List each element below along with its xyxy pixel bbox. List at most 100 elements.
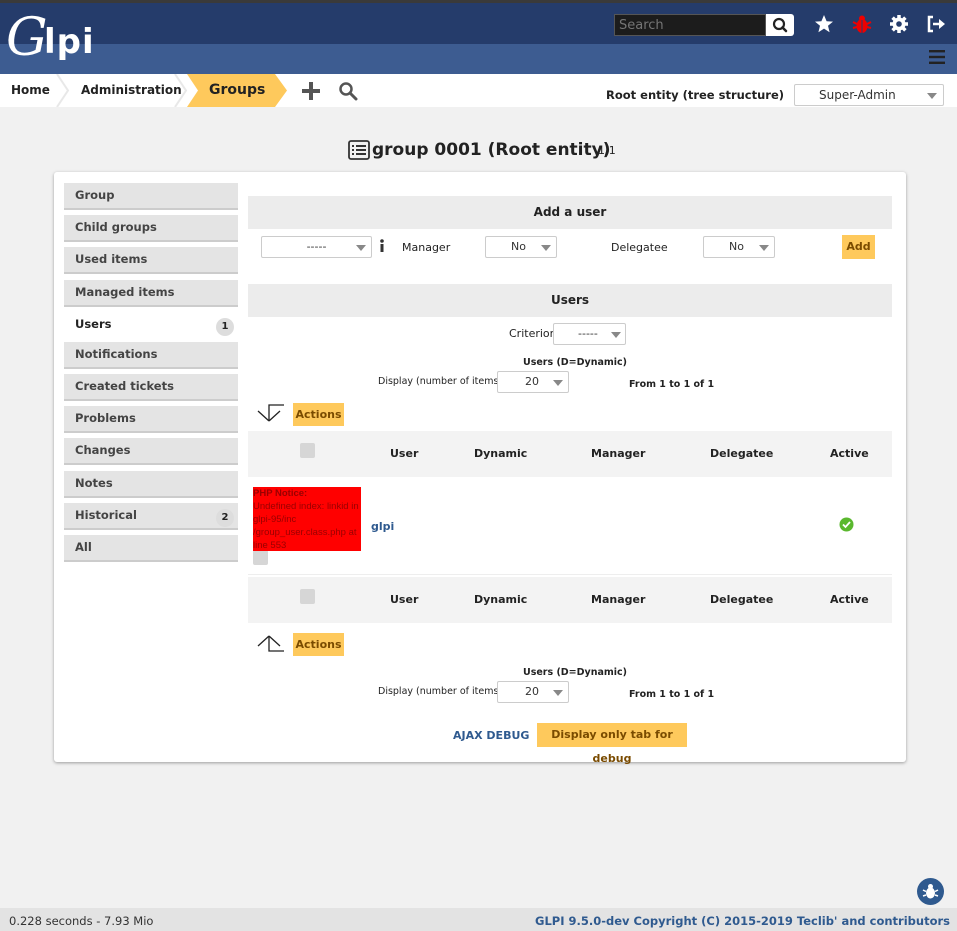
column-header-user[interactable]: User bbox=[390, 447, 418, 460]
column-header-dynamic[interactable]: Dynamic bbox=[474, 593, 527, 606]
tab-label: Created tickets bbox=[75, 379, 174, 393]
bug-icon[interactable] bbox=[850, 12, 874, 36]
profile-select[interactable]: Super-Admin bbox=[794, 84, 944, 106]
chevron-down-icon bbox=[611, 332, 621, 338]
search-icon[interactable] bbox=[338, 81, 358, 101]
logo-letter-g: G bbox=[6, 8, 48, 68]
arrow-down-left-icon bbox=[257, 404, 284, 422]
display-count-label: Display (number of items) bbox=[378, 376, 503, 387]
search-input[interactable] bbox=[614, 14, 766, 36]
delegatee-label: Delegatee bbox=[611, 241, 668, 254]
plus-icon[interactable] bbox=[301, 81, 321, 101]
display-count-select[interactable]: 20 bbox=[497, 681, 569, 703]
tab-group[interactable]: Group bbox=[64, 183, 238, 210]
info-icon[interactable] bbox=[378, 239, 386, 253]
tab-label: Notes bbox=[75, 476, 113, 490]
actions-button-bottom[interactable]: Actions bbox=[293, 633, 344, 656]
pagination-range: From 1 to 1 of 1 bbox=[629, 689, 715, 700]
display-count-select[interactable]: 20 bbox=[497, 371, 569, 393]
header-lower-band bbox=[0, 44, 957, 74]
tab-users[interactable]: Users 1 bbox=[64, 312, 238, 339]
menu-icon[interactable] bbox=[927, 48, 947, 66]
breadcrumb-separator bbox=[174, 74, 188, 107]
column-header-dynamic[interactable]: Dynamic bbox=[474, 447, 527, 460]
manager-select[interactable]: No bbox=[485, 236, 557, 258]
tab-child-groups[interactable]: Child groups bbox=[64, 215, 238, 242]
breadcrumb-groups-label: Groups bbox=[209, 82, 266, 98]
chevron-down-icon bbox=[553, 690, 563, 696]
tab-notes[interactable]: Notes bbox=[64, 471, 238, 498]
tab-label: Changes bbox=[75, 443, 131, 457]
actions-button-top[interactable]: Actions bbox=[293, 403, 344, 426]
user-select[interactable]: ----- bbox=[261, 236, 372, 258]
row-checkbox[interactable] bbox=[253, 550, 268, 565]
bug-icon bbox=[922, 884, 939, 899]
chevron-down-icon bbox=[553, 380, 563, 386]
tab-created-tickets[interactable]: Created tickets bbox=[64, 374, 238, 401]
users-table-header: User Dynamic Manager Delegatee Active bbox=[248, 431, 892, 477]
logo-letters: lpi bbox=[44, 22, 95, 62]
chevron-down-icon bbox=[356, 245, 366, 251]
user-link[interactable]: glpi bbox=[371, 520, 394, 533]
manager-select-value: No bbox=[511, 240, 526, 253]
tab-label: Managed items bbox=[75, 285, 175, 299]
tab-label: Users bbox=[75, 317, 112, 331]
display-count-value: 20 bbox=[525, 685, 539, 698]
tab-managed-items[interactable]: Managed items bbox=[64, 280, 238, 307]
entity-selector[interactable]: Root entity (tree structure) bbox=[606, 74, 784, 116]
arrow-up-left-icon bbox=[257, 635, 284, 652]
display-only-tab-button[interactable]: Display only tab for debug bbox=[537, 723, 687, 765]
users-heading: Users bbox=[248, 284, 892, 317]
debug-toggle-button[interactable] bbox=[917, 878, 944, 905]
criterion-select[interactable]: ----- bbox=[553, 323, 626, 345]
column-header-manager[interactable]: Manager bbox=[591, 593, 645, 606]
users-table-footer: User Dynamic Manager Delegatee Active bbox=[248, 577, 892, 623]
breadcrumb-administration[interactable]: Administration bbox=[81, 74, 182, 107]
breadcrumb-groups[interactable]: Groups bbox=[187, 74, 287, 107]
add-user-button[interactable]: Add bbox=[842, 235, 875, 259]
column-header-active[interactable]: Active bbox=[830, 593, 869, 606]
select-all-checkbox[interactable] bbox=[300, 589, 315, 604]
tab-historical[interactable]: Historical 2 bbox=[64, 503, 238, 530]
tab-label: Historical bbox=[75, 508, 137, 522]
tab-label: Child groups bbox=[75, 220, 157, 234]
criterion-select-value: ----- bbox=[578, 327, 598, 340]
tab-problems[interactable]: Problems bbox=[64, 406, 238, 433]
php-notice-title: PHP Notice: bbox=[253, 488, 308, 499]
display-count-label: Display (number of items) bbox=[378, 686, 503, 697]
logout-icon[interactable] bbox=[924, 12, 948, 36]
tab-changes[interactable]: Changes bbox=[64, 438, 238, 465]
search-button[interactable] bbox=[766, 14, 794, 36]
record-counter: 1/1 bbox=[598, 144, 616, 157]
delegatee-select[interactable]: No bbox=[703, 236, 775, 258]
star-icon[interactable] bbox=[812, 12, 836, 36]
criterion-label: Criterion bbox=[509, 327, 557, 340]
footer-copyright-link[interactable]: GLPI 9.5.0-dev Copyright (C) 2015-2019 T… bbox=[535, 914, 950, 928]
column-header-delegatee[interactable]: Delegatee bbox=[710, 447, 773, 460]
breadcrumb-home[interactable]: Home bbox=[11, 74, 50, 107]
active-check-icon bbox=[839, 517, 854, 532]
select-all-checkbox[interactable] bbox=[300, 443, 315, 458]
column-header-delegatee[interactable]: Delegatee bbox=[710, 593, 773, 606]
column-header-manager[interactable]: Manager bbox=[591, 447, 645, 460]
glpi-logo[interactable]: G lpi bbox=[6, 12, 98, 68]
user-select-value: ----- bbox=[306, 240, 327, 253]
chevron-down-icon bbox=[541, 245, 551, 251]
php-notice-body: Undefined index: linkid in glpi-95/inc /… bbox=[253, 501, 359, 551]
search-icon bbox=[772, 17, 788, 33]
tab-count-badge: 2 bbox=[216, 509, 234, 527]
php-notice: PHP Notice: Undefined index: linkid in gl… bbox=[253, 487, 361, 551]
column-header-active[interactable]: Active bbox=[830, 447, 869, 460]
breadcrumb-separator bbox=[56, 74, 70, 107]
ajax-debug-link[interactable]: AJAX DEBUG bbox=[453, 729, 529, 742]
pagination-range: From 1 to 1 of 1 bbox=[629, 379, 715, 390]
tab-label: Notifications bbox=[75, 347, 158, 361]
gear-icon[interactable] bbox=[887, 12, 911, 36]
users-dynamic-note: Users (D=Dynamic) bbox=[523, 357, 628, 368]
users-dynamic-note: Users (D=Dynamic) bbox=[523, 667, 628, 678]
tab-used-items[interactable]: Used items bbox=[64, 247, 238, 274]
column-header-user[interactable]: User bbox=[390, 593, 418, 606]
tab-all[interactable]: All bbox=[64, 535, 238, 562]
chevron-down-icon bbox=[927, 93, 937, 99]
tab-notifications[interactable]: Notifications bbox=[64, 342, 238, 369]
